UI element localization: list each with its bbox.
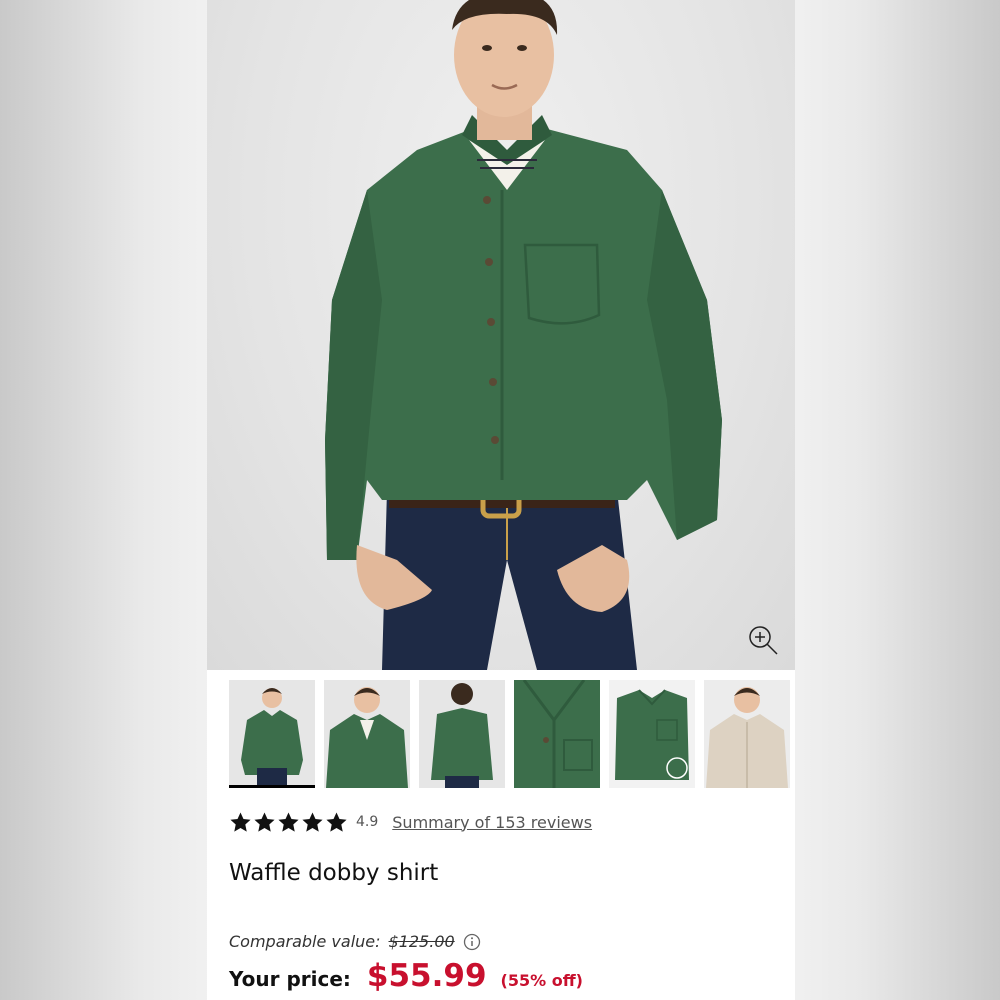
price-row: Your price: $55.99 (55% off) (229, 958, 583, 994)
comparable-price: $125.00 (388, 932, 455, 951)
star-icon (302, 811, 323, 832)
thumbnail-folded-shirt[interactable] (609, 680, 695, 788)
your-price-label: Your price: (229, 967, 351, 991)
comparable-label: Comparable value: (229, 932, 381, 951)
rating-value: 4.9 (356, 814, 379, 830)
thumbnail-strip (229, 680, 795, 788)
product-page: 4.9 Summary of 153 reviews Waffle dobby … (207, 0, 795, 1000)
star-rating (229, 811, 348, 834)
thumbnail-back-view[interactable] (419, 680, 505, 788)
product-hero-image[interactable] (207, 0, 795, 670)
sale-price: $55.99 (366, 958, 487, 994)
comparable-value-row: Comparable value: $125.00 (229, 932, 481, 951)
reviews-summary-link[interactable]: Summary of 153 reviews (392, 813, 592, 832)
info-icon[interactable] (463, 933, 481, 951)
discount-badge: (55% off) (500, 971, 583, 990)
product-title: Waffle dobby shirt (229, 860, 439, 886)
thumbnail-fabric-detail[interactable] (514, 680, 600, 788)
star-icon (326, 811, 347, 832)
star-icon (278, 811, 299, 832)
rating-row: 4.9 Summary of 153 reviews (229, 808, 592, 836)
zoom-in-icon (749, 626, 778, 655)
thumbnail-front-unbuttoned[interactable] (324, 680, 410, 788)
star-icon (230, 811, 251, 832)
star-icon (254, 811, 275, 832)
thumbnail-alternate-color-stone[interactable] (704, 680, 790, 788)
thumbnail-front-view[interactable] (229, 680, 315, 788)
model-photo (325, 0, 722, 670)
zoom-button[interactable] (745, 622, 781, 658)
